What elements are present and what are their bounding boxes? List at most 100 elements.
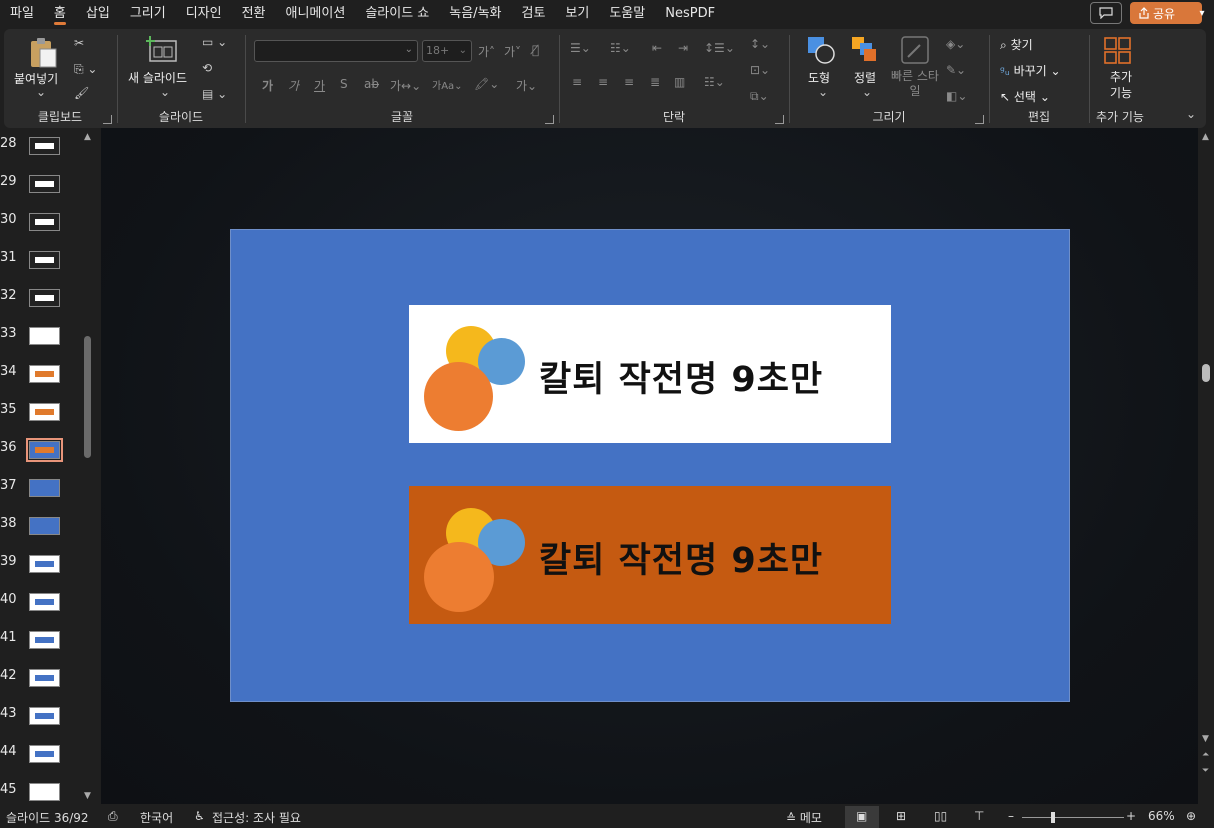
editor-scroll-thumb[interactable] — [1202, 364, 1210, 382]
clipboard-launcher-icon[interactable] — [103, 115, 112, 124]
align-text-icon[interactable]: ⊡⌄ — [750, 63, 770, 77]
addins-icon[interactable] — [1104, 37, 1132, 65]
distributed-icon[interactable]: ▥ — [674, 75, 685, 89]
replace-button[interactable]: ᵍᵤ 바꾸기 ⌄ — [1000, 62, 1061, 79]
underline-icon[interactable]: 가 — [314, 77, 325, 94]
slide-thumbnail-row[interactable]: 33 — [0, 318, 80, 356]
zoom-slider[interactable] — [1022, 817, 1124, 818]
copy-icon[interactable]: ⎘ ⌄ — [74, 62, 97, 77]
collapse-ribbon-icon[interactable]: ⌄ — [1186, 107, 1196, 121]
char-spacing-icon[interactable]: 가↔⌄ — [390, 77, 421, 94]
decrease-indent-icon[interactable]: ⇤ — [652, 41, 662, 55]
slide-thumbnail-row[interactable]: 44 — [0, 736, 80, 774]
numbering-icon[interactable]: ☷⌄ — [610, 41, 631, 55]
slide-thumbnail-row[interactable]: 43 — [0, 698, 80, 736]
menu-file[interactable]: 파일 — [0, 0, 44, 27]
slide-thumbnail-row[interactable]: 42 — [0, 660, 80, 698]
quick-styles-label[interactable]: 빠른 스타일 — [890, 69, 940, 99]
slide-thumbnail[interactable] — [29, 555, 60, 573]
shapes-dropdown-icon[interactable]: ⌄ — [818, 85, 828, 99]
drawing-launcher-icon[interactable] — [975, 115, 984, 124]
slide-thumbnail[interactable] — [29, 327, 60, 345]
shape-effects-icon[interactable]: ◧⌄ — [946, 89, 967, 103]
language-indicator[interactable]: 한국어 — [140, 809, 173, 826]
slide-thumbnail[interactable] — [29, 669, 60, 687]
banner-bottom-text[interactable]: 칼퇴 작전명 9초만 — [539, 532, 823, 583]
slide-thumbnail-row[interactable]: 37 — [0, 470, 80, 508]
menu-review[interactable]: 검토 — [512, 0, 556, 27]
shapes-icon[interactable] — [806, 35, 836, 65]
font-name-input[interactable]: ⌄ — [254, 40, 418, 62]
share-dropdown-icon[interactable]: ▾ — [1194, 2, 1210, 24]
accessibility-status[interactable]: 접근성: 조사 필요 — [212, 809, 301, 826]
slide-thumbnail-row[interactable]: 35 — [0, 394, 80, 432]
slide-thumbnail[interactable] — [29, 631, 60, 649]
slide-thumbnail-row[interactable]: 29 — [0, 166, 80, 204]
slide-thumbnail[interactable] — [29, 137, 60, 155]
slide-thumbnail-row[interactable]: 32 — [0, 280, 80, 318]
menu-view[interactable]: 보기 — [555, 0, 599, 27]
grow-font-icon[interactable]: 가˄ — [478, 43, 495, 60]
find-button[interactable]: ⌕ 찾기 — [1000, 36, 1033, 53]
menu-slideshow[interactable]: 슬라이드 쇼 — [355, 0, 439, 27]
slide-thumbnail-row[interactable]: 30 — [0, 204, 80, 242]
paste-dropdown-icon[interactable]: ⌄ — [36, 85, 46, 99]
thumbnail-scroll-thumb[interactable] — [84, 336, 91, 458]
zoom-slider-thumb[interactable] — [1051, 812, 1055, 823]
text-direction-icon[interactable]: ↕⌄ — [750, 37, 770, 51]
slide-thumbnail-row[interactable]: 28 — [0, 128, 80, 166]
slide-thumbnail-row[interactable]: 31 — [0, 242, 80, 280]
shadow-icon[interactable]: S — [340, 77, 348, 91]
line-spacing-icon[interactable]: ↕☰⌄ — [704, 41, 735, 55]
slide-thumbnail-row[interactable]: 40 — [0, 584, 80, 622]
slide-thumbnail[interactable] — [29, 175, 60, 193]
new-slide-label[interactable]: 새 슬라이드 — [128, 69, 187, 86]
share-button[interactable]: 공유 — [1130, 2, 1202, 24]
addins-label[interactable]: 추가 기능 — [1106, 69, 1136, 101]
increase-indent-icon[interactable]: ⇥ — [678, 41, 688, 55]
align-right-icon[interactable]: ≡ — [624, 75, 634, 89]
shapes-label[interactable]: 도형 — [808, 69, 830, 86]
slide-thumbnail[interactable] — [29, 593, 60, 611]
select-button[interactable]: ↖ 선택 ⌄ — [1000, 88, 1050, 105]
shape-fill-icon[interactable]: ◈⌄ — [946, 37, 965, 51]
menu-record[interactable]: 녹음/녹화 — [439, 0, 511, 27]
arrange-label[interactable]: 정렬 — [854, 69, 876, 86]
shrink-font-icon[interactable]: 가˅ — [504, 43, 521, 60]
smartart-icon[interactable]: ⧉⌄ — [750, 89, 769, 104]
spellcheck-icon[interactable]: ⎙ — [108, 809, 118, 824]
zoom-in-icon[interactable]: + — [1126, 809, 1136, 823]
banner-top-text[interactable]: 칼퇴 작전명 9초만 — [539, 351, 823, 402]
slide-thumbnail[interactable] — [29, 479, 60, 497]
slide-thumbnail[interactable] — [29, 403, 60, 421]
slide-thumbnail[interactable] — [29, 365, 60, 383]
section-icon[interactable]: ▤ ⌄ — [202, 87, 227, 101]
prev-slide-icon[interactable]: ⏶ — [1202, 750, 1209, 760]
notes-button[interactable]: ≙ 메모 — [786, 809, 822, 826]
italic-icon[interactable]: 가 — [288, 77, 299, 94]
thumbnail-scrollbar[interactable]: ▲ ▼ — [83, 132, 93, 802]
paragraph-launcher-icon[interactable] — [775, 115, 784, 124]
arrange-dropdown-icon[interactable]: ⌄ — [862, 85, 872, 99]
font-launcher-icon[interactable] — [545, 115, 554, 124]
menu-home[interactable]: 홈 — [44, 0, 76, 27]
format-painter-icon[interactable]: 🖌 — [74, 86, 89, 100]
menu-transitions[interactable]: 전환 — [232, 0, 276, 27]
bullets-icon[interactable]: ☰⌄ — [570, 41, 591, 55]
font-size-input[interactable]: 18+ ⌄ — [422, 40, 472, 62]
change-case-icon[interactable]: 가Aa⌄ — [432, 77, 463, 92]
cut-icon[interactable]: ✂ — [74, 36, 84, 50]
new-slide-icon[interactable] — [146, 35, 178, 63]
slide-thumbnail[interactable] — [29, 289, 60, 307]
slide-thumbnail[interactable] — [29, 707, 60, 725]
slide-thumbnail-row[interactable]: 38 — [0, 508, 80, 546]
slideshow-icon[interactable]: ⊤ — [974, 809, 984, 823]
align-center-icon[interactable]: ≡ — [598, 75, 608, 89]
comments-button[interactable] — [1090, 2, 1122, 24]
fit-to-window-icon[interactable]: ⊕ — [1186, 809, 1196, 823]
menu-design[interactable]: 디자인 — [176, 0, 232, 27]
banner-top[interactable]: 칼퇴 작전명 9초만 — [409, 305, 891, 443]
menu-insert[interactable]: 삽입 — [76, 0, 120, 27]
highlight-icon[interactable]: 🖍⌄ — [474, 77, 499, 91]
menu-draw[interactable]: 그리기 — [120, 0, 176, 27]
